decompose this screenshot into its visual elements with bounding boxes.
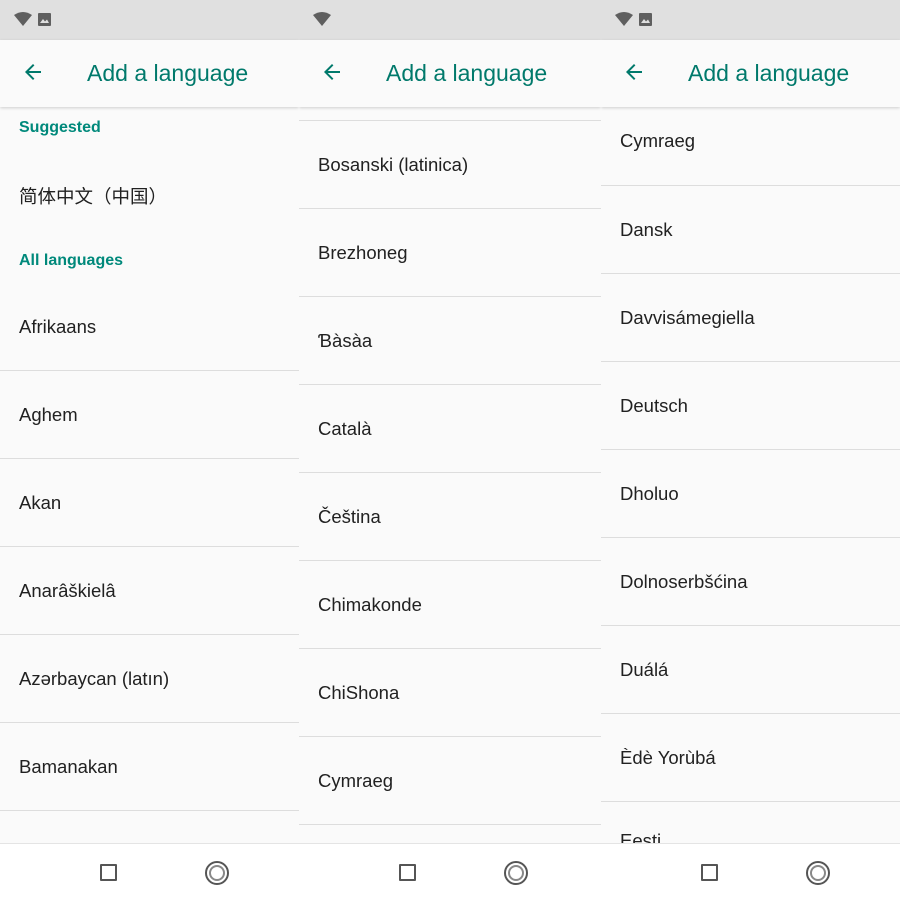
app-bar: Add a language bbox=[0, 40, 299, 107]
language-label: Dolnoserbšćina bbox=[620, 571, 748, 592]
list-item[interactable]: Català bbox=[299, 385, 601, 473]
list-item[interactable]: Anarâškielâ bbox=[0, 547, 299, 635]
language-label: Azərbaycan (latın) bbox=[19, 668, 170, 689]
language-label: Cymraeg bbox=[318, 770, 394, 791]
language-label: Deutsch bbox=[620, 395, 688, 416]
screen-panel-1: Add a language Suggested 简体中文（中国） All la… bbox=[0, 0, 299, 900]
list-item[interactable]: Cymraeg bbox=[601, 107, 900, 185]
screen-panel-3: Add a language Cymraeg Dansk Davvisámegi… bbox=[601, 0, 900, 900]
app-bar: Add a language bbox=[601, 40, 900, 107]
language-list[interactable]: Suggested 简体中文（中国） All languages Afrikaa… bbox=[0, 107, 299, 844]
image-icon bbox=[639, 12, 652, 26]
list-item[interactable]: Èdè Yorùbá bbox=[601, 714, 900, 802]
list-item[interactable]: Azərbaycan (latın) bbox=[0, 635, 299, 723]
list-item[interactable]: Bamanakan bbox=[0, 723, 299, 811]
nav-bar bbox=[601, 843, 900, 900]
list-item[interactable]: Aghem bbox=[0, 371, 299, 459]
status-bar bbox=[0, 0, 299, 40]
back-button[interactable] bbox=[317, 59, 347, 89]
language-label: Català bbox=[318, 418, 372, 439]
wifi-icon bbox=[615, 12, 633, 26]
list-item[interactable]: Ɓàsàa bbox=[299, 297, 601, 385]
recents-icon[interactable] bbox=[399, 864, 416, 881]
language-label: ChiShona bbox=[318, 682, 400, 703]
nav-bar bbox=[299, 843, 601, 900]
language-label: Chimakonde bbox=[318, 594, 422, 615]
recents-icon[interactable] bbox=[701, 864, 718, 881]
arrow-back-icon bbox=[21, 60, 45, 89]
page-title: Add a language bbox=[688, 60, 850, 86]
wifi-icon bbox=[313, 12, 331, 26]
recents-icon[interactable] bbox=[100, 864, 117, 881]
language-label: Bosanski (latinica) bbox=[318, 154, 469, 175]
list-item[interactable]: Duálá bbox=[601, 626, 900, 714]
language-label: Dansk bbox=[620, 219, 673, 240]
list-item[interactable]: Akan bbox=[0, 459, 299, 547]
home-icon[interactable] bbox=[806, 861, 830, 885]
page-title: Add a language bbox=[87, 60, 249, 86]
language-label: Bamanakan bbox=[19, 756, 118, 777]
list-item[interactable]: Deutsch bbox=[601, 362, 900, 450]
list-item[interactable]: ChiShona bbox=[299, 649, 601, 737]
list-item[interactable]: Chimakonde bbox=[299, 561, 601, 649]
list-item[interactable]: Brezhoneg bbox=[299, 209, 601, 297]
language-label: Brezhoneg bbox=[318, 242, 408, 263]
app-bar: Add a language bbox=[299, 40, 601, 107]
section-header-suggested: Suggested bbox=[19, 119, 101, 136]
screen-panel-2: Add a language Bosanski (latinica) Brezh… bbox=[299, 0, 601, 900]
list-item[interactable]: Čeština bbox=[299, 473, 601, 561]
language-label: Èdè Yorùbá bbox=[620, 747, 716, 768]
language-label: Ɓàsàa bbox=[318, 330, 373, 351]
language-label: Eesti bbox=[620, 830, 662, 844]
list-item[interactable]: Bosanski (latinica) bbox=[299, 121, 601, 209]
language-label: Duálá bbox=[620, 659, 669, 680]
list-item[interactable]: Dholuo bbox=[601, 450, 900, 538]
language-label: Cymraeg bbox=[620, 130, 696, 151]
language-label: Dholuo bbox=[620, 483, 679, 504]
arrow-back-icon bbox=[320, 60, 344, 89]
back-button[interactable] bbox=[18, 59, 48, 89]
language-label: Anarâškielâ bbox=[19, 580, 116, 601]
page-title: Add a language bbox=[386, 60, 548, 86]
wifi-icon bbox=[14, 12, 32, 26]
language-label: Afrikaans bbox=[19, 316, 97, 337]
list-item[interactable]: Davvisámegiella bbox=[601, 274, 900, 362]
list-item[interactable]: Dansk bbox=[601, 186, 900, 274]
screen: Add a language Suggested 简体中文（中国） All la… bbox=[0, 0, 900, 900]
section-header-all: All languages bbox=[19, 252, 124, 269]
back-button[interactable] bbox=[619, 59, 649, 89]
list-item[interactable]: Dolnoserbšćina bbox=[601, 538, 900, 626]
language-label: Aghem bbox=[19, 404, 78, 425]
language-label: 简体中文（中国） bbox=[19, 186, 168, 207]
list-item[interactable]: 简体中文（中国） bbox=[0, 152, 299, 240]
language-list[interactable]: Cymraeg Dansk Davvisámegiella Deutsch Dh… bbox=[601, 107, 900, 844]
language-label: Akan bbox=[19, 492, 62, 513]
language-label: Davvisámegiella bbox=[620, 307, 755, 328]
list-item[interactable]: Eesti bbox=[601, 802, 900, 844]
divider bbox=[299, 824, 601, 825]
language-label: Čeština bbox=[318, 506, 381, 527]
status-bar bbox=[299, 0, 601, 40]
divider bbox=[0, 810, 299, 811]
home-icon[interactable] bbox=[504, 861, 528, 885]
language-list[interactable]: Bosanski (latinica) Brezhoneg Ɓàsàa Cata… bbox=[299, 107, 601, 844]
nav-bar bbox=[0, 843, 299, 900]
list-item[interactable]: Cymraeg bbox=[299, 737, 601, 825]
home-icon[interactable] bbox=[205, 861, 229, 885]
status-bar bbox=[601, 0, 900, 40]
image-icon bbox=[38, 12, 51, 26]
arrow-back-icon bbox=[622, 60, 646, 89]
list-item[interactable]: Afrikaans bbox=[0, 283, 299, 371]
